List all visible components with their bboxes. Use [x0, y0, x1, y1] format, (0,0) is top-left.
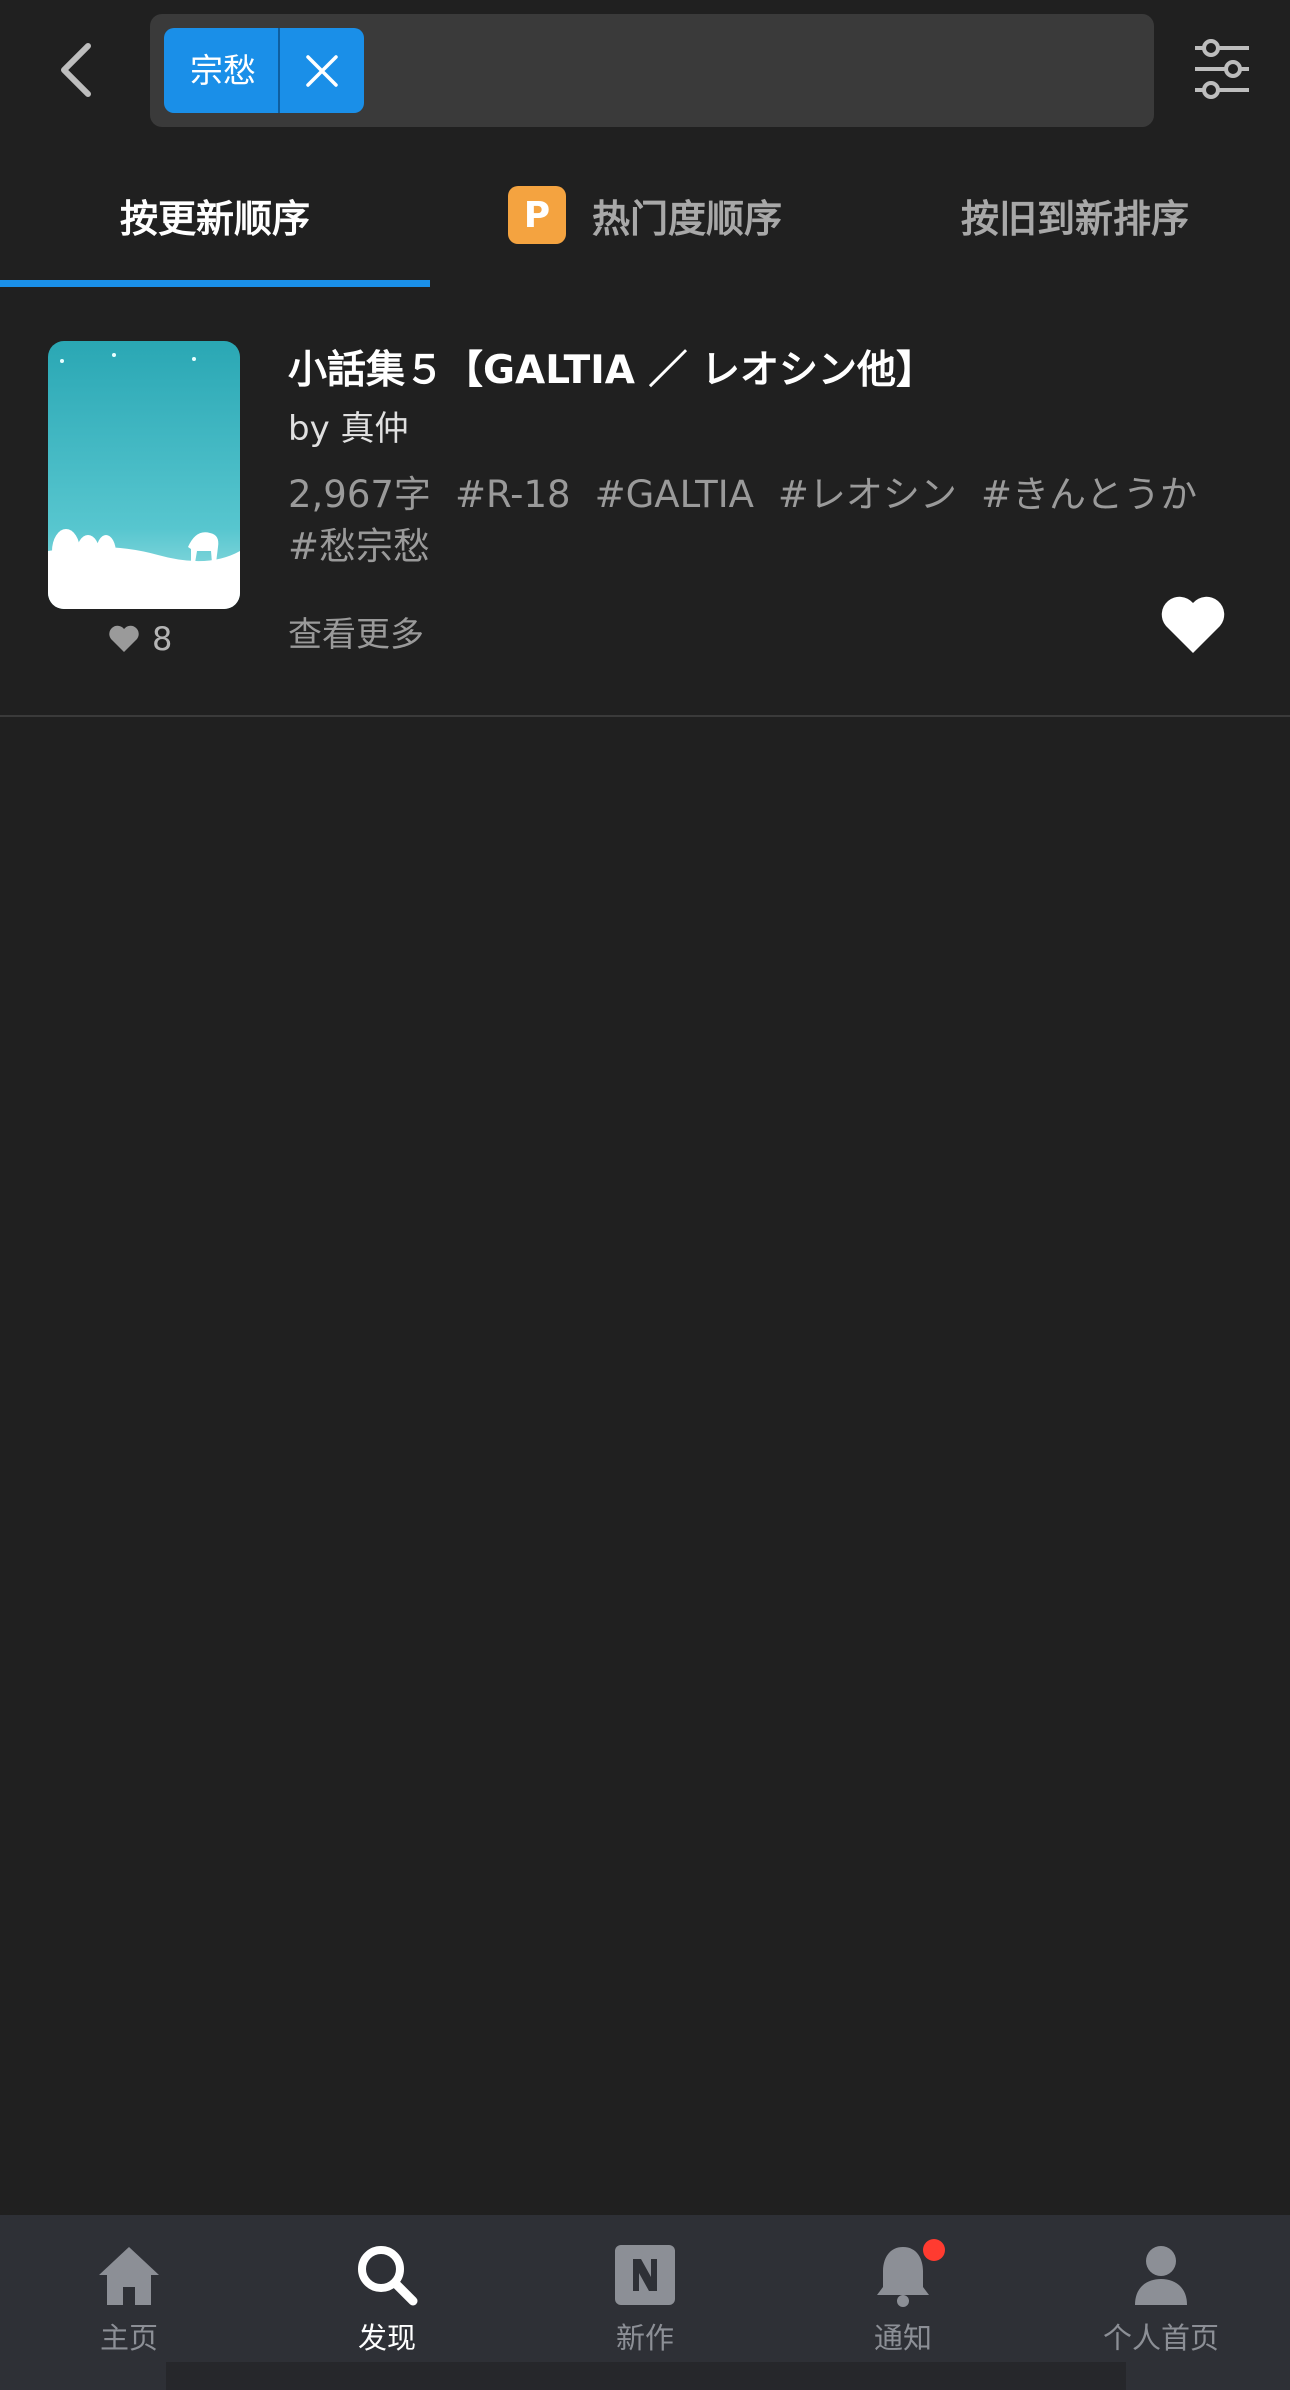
- sliders-icon: [1195, 39, 1249, 99]
- author-name[interactable]: by 真仲: [288, 401, 409, 450]
- char-count: 2,967字: [288, 473, 431, 516]
- cover-illustration: [48, 341, 240, 609]
- nav-label: 新作: [615, 2321, 674, 2355]
- search-tag-label: 宗愁: [164, 28, 280, 113]
- see-more-link[interactable]: 查看更多: [288, 607, 424, 656]
- nav-new[interactable]: 新作: [516, 2215, 774, 2365]
- novel-title[interactable]: 小話集５【GALTIA ／ レオシン他】: [288, 339, 935, 395]
- novel-meta: 2,967字 #R-18 #GALTIA #レオシン #きんとうか #愁宗愁: [288, 469, 1248, 573]
- bell-icon: [871, 2239, 945, 2307]
- search-icon: [355, 2243, 419, 2307]
- like-count-value: 8: [152, 620, 173, 658]
- back-button[interactable]: [50, 38, 106, 102]
- tag[interactable]: #R-18: [455, 473, 571, 516]
- tag[interactable]: #レオシン: [778, 473, 957, 516]
- search-input[interactable]: 宗愁: [150, 14, 1154, 127]
- top-bar: 宗愁: [0, 0, 1290, 140]
- cover-image[interactable]: [48, 341, 240, 609]
- nav-label: 发现: [357, 2321, 416, 2355]
- close-icon: [306, 54, 338, 87]
- home-icon: [97, 2243, 161, 2307]
- home-indicator-area: [166, 2362, 1126, 2390]
- nav-discover[interactable]: 发现: [258, 2215, 516, 2365]
- tag[interactable]: #きんとうか: [981, 473, 1197, 516]
- list-item[interactable]: 8 小話集５【GALTIA ／ レオシン他】 by 真仲 2,967字 #R-18…: [0, 295, 1290, 717]
- nav-notifications[interactable]: 通知: [774, 2215, 1032, 2365]
- remove-tag-button[interactable]: [280, 28, 364, 113]
- nav-label: 通知: [873, 2321, 932, 2355]
- active-tab-indicator: [0, 280, 430, 287]
- heart-icon: [1161, 596, 1225, 653]
- tag[interactable]: #愁宗愁: [288, 525, 430, 568]
- profile-icon: [1129, 2243, 1193, 2307]
- tab-oldest[interactable]: 按旧到新排序: [860, 150, 1290, 280]
- tab-newest[interactable]: 按更新顺序: [0, 150, 430, 280]
- tag[interactable]: #GALTIA: [595, 473, 754, 516]
- chevron-left-icon: [61, 43, 91, 97]
- nav-profile[interactable]: 个人首页: [1032, 2215, 1290, 2365]
- tab-popular[interactable]: P 热门度顺序: [430, 150, 860, 280]
- tab-label: 按旧到新排序: [960, 196, 1189, 241]
- bookmark-button[interactable]: [1160, 595, 1226, 655]
- filter-button[interactable]: [1193, 36, 1251, 102]
- tab-label: 按更新顺序: [119, 196, 310, 241]
- nav-home[interactable]: 主页: [0, 2215, 258, 2365]
- heart-icon: [109, 625, 139, 652]
- sort-tabs: 按更新顺序 P 热门度顺序 按旧到新排序: [0, 150, 1290, 290]
- search-tag-chip: 宗愁: [164, 28, 364, 113]
- premium-badge: P: [507, 186, 566, 244]
- new-icon: [613, 2243, 677, 2307]
- nav-label: 个人首页: [1102, 2321, 1219, 2355]
- nav-label: 主页: [99, 2321, 158, 2355]
- notification-badge: [923, 2239, 945, 2261]
- tab-label: 热门度顺序: [591, 196, 782, 241]
- like-count: 8: [108, 619, 172, 659]
